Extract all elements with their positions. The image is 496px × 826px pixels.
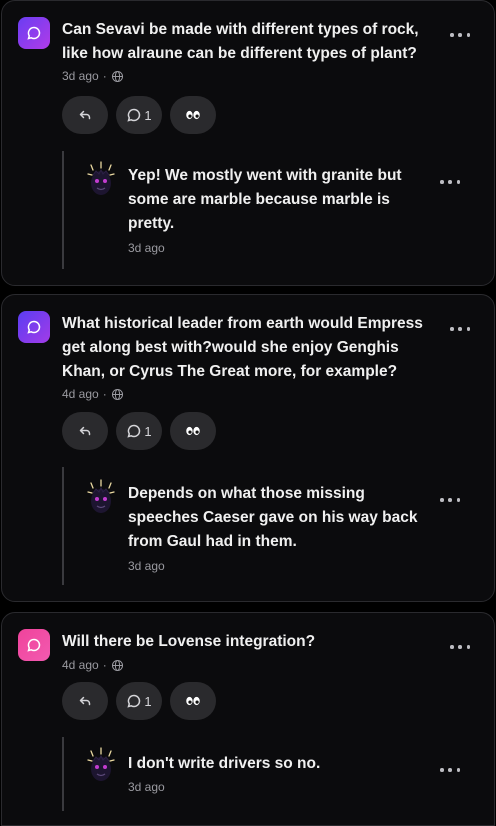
reply-arrow-icon: [79, 110, 91, 120]
eyes-reaction-button[interactable]: [170, 682, 216, 720]
question-time: 3d ago: [62, 69, 99, 83]
comment-icon: [127, 424, 141, 438]
author-avatar[interactable]: [86, 161, 116, 197]
comment-count: 1: [144, 107, 152, 123]
comment-icon: [127, 108, 141, 122]
comment-count: 1: [144, 423, 152, 439]
meta-separator: ·: [102, 658, 107, 672]
reply-text: Depends on what those missing speeches C…: [128, 485, 418, 550]
question-meta: 3d ago ·: [62, 69, 124, 83]
reply-more-options-button[interactable]: [440, 175, 460, 189]
reply-button[interactable]: [62, 412, 108, 450]
author-avatar[interactable]: [86, 747, 116, 783]
more-options-button[interactable]: [450, 640, 470, 654]
reply-text: Yep! We mostly went with granite but som…: [128, 167, 402, 232]
eyes-icon: [186, 426, 200, 436]
speech-bubble-icon: [27, 320, 41, 334]
reply-arrow-icon: [79, 696, 91, 706]
question-actions: 1: [62, 412, 216, 450]
question-card: Will there be Lovense integration? 4d ag…: [1, 612, 495, 826]
reply-arrow-icon: [79, 426, 91, 436]
question-text: What historical leader from earth would …: [62, 315, 423, 380]
eyes-reaction-button[interactable]: [170, 96, 216, 134]
globe-icon: [111, 659, 123, 671]
reply-more-options-button[interactable]: [440, 493, 460, 507]
question-text: Can Sevavi be made with different types …: [62, 21, 419, 62]
question-time: 4d ago: [62, 658, 99, 672]
question-card: What historical leader from earth would …: [1, 294, 495, 602]
meta-separator: ·: [102, 387, 107, 401]
globe-icon: [111, 70, 123, 82]
globe-icon: [111, 388, 123, 400]
question-icon: [18, 629, 50, 661]
more-options-button[interactable]: [450, 322, 470, 336]
thread-line: [62, 151, 64, 269]
thread-line: [62, 737, 64, 811]
meta-separator: ·: [102, 69, 107, 83]
question-icon: [18, 17, 50, 49]
question-time: 4d ago: [62, 387, 99, 401]
reply-more-options-button[interactable]: [440, 763, 460, 777]
comment-icon: [127, 694, 141, 708]
more-options-button[interactable]: [450, 28, 470, 42]
eyes-icon: [186, 696, 200, 706]
question-meta: 4d ago ·: [62, 387, 124, 401]
speech-bubble-icon: [27, 638, 41, 652]
thread-line: [62, 467, 64, 585]
question-actions: 1: [62, 96, 216, 134]
reply-time: 3d ago: [128, 241, 165, 255]
speech-bubble-icon: [27, 26, 41, 40]
reply-time: 3d ago: [128, 780, 165, 794]
author-avatar[interactable]: [86, 479, 116, 515]
comments-button[interactable]: 1: [116, 412, 162, 450]
reply-button[interactable]: [62, 96, 108, 134]
question-actions: 1: [62, 682, 216, 720]
eyes-reaction-button[interactable]: [170, 412, 216, 450]
comments-button[interactable]: 1: [116, 96, 162, 134]
eyes-icon: [186, 110, 200, 120]
reply-time: 3d ago: [128, 559, 165, 573]
question-text: Will there be Lovense integration?: [62, 633, 316, 650]
question-card: Can Sevavi be made with different types …: [1, 0, 495, 286]
reply-button[interactable]: [62, 682, 108, 720]
comment-count: 1: [144, 693, 152, 709]
question-meta: 4d ago ·: [62, 658, 124, 672]
reply-text: I don't write drivers so no.: [128, 755, 321, 772]
comments-button[interactable]: 1: [116, 682, 162, 720]
question-icon: [18, 311, 50, 343]
